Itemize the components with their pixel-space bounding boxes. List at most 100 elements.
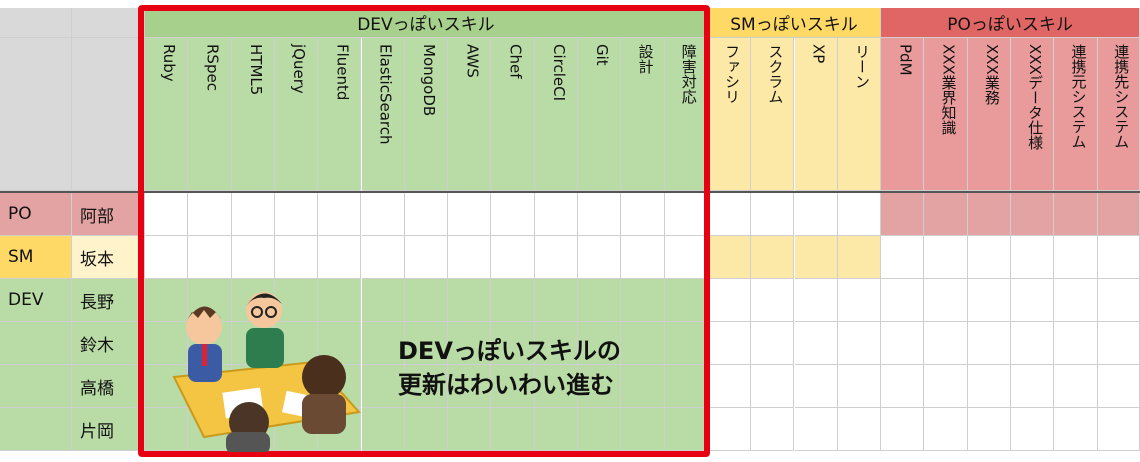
skill-cell[interactable] (1011, 279, 1055, 322)
skill-cell[interactable] (707, 236, 752, 279)
skill-cell[interactable] (361, 236, 405, 279)
skill-cell[interactable] (491, 193, 535, 236)
skill-cell[interactable] (1011, 193, 1055, 236)
skill-cell[interactable] (361, 279, 405, 322)
skill-cell[interactable] (404, 279, 449, 322)
skill-cell[interactable] (621, 408, 665, 451)
skill-cell[interactable] (707, 279, 752, 322)
skill-cell[interactable] (1097, 279, 1140, 322)
skill-cell[interactable] (967, 236, 1011, 279)
skill-cell[interactable] (404, 236, 449, 279)
skill-cell[interactable] (448, 279, 492, 322)
skill-cell[interactable] (794, 322, 838, 365)
skill-cell[interactable] (1097, 193, 1140, 236)
skill-cell[interactable] (1097, 236, 1140, 279)
skill-cell[interactable] (707, 365, 752, 408)
skill-cell[interactable] (881, 322, 925, 365)
skill-cell[interactable] (534, 193, 578, 236)
skill-cell[interactable] (491, 408, 535, 451)
skill-cell[interactable] (578, 279, 622, 322)
skill-cell[interactable] (967, 322, 1011, 365)
skill-cell[interactable] (1097, 365, 1140, 408)
skill-cell[interactable] (578, 193, 622, 236)
skill-cell[interactable] (794, 193, 838, 236)
skill-cell[interactable] (794, 279, 838, 322)
skill-cell[interactable] (231, 236, 275, 279)
skill-cell[interactable] (188, 193, 232, 236)
skill-cell[interactable] (274, 193, 319, 236)
skill-cell[interactable] (967, 279, 1011, 322)
skill-cell[interactable] (188, 236, 232, 279)
skill-cell[interactable] (924, 236, 968, 279)
skill-cell[interactable] (448, 193, 492, 236)
skill-cell[interactable] (1097, 408, 1140, 451)
skill-cell[interactable] (318, 193, 362, 236)
skill-cell[interactable] (1054, 322, 1098, 365)
skill-cell[interactable] (924, 193, 968, 236)
skill-cell[interactable] (751, 236, 795, 279)
skill-cell[interactable] (491, 279, 535, 322)
skill-cell[interactable] (837, 408, 882, 451)
skill-cell[interactable] (751, 322, 795, 365)
skill-cell[interactable] (707, 193, 752, 236)
skill-cell[interactable] (1054, 236, 1098, 279)
skill-cell[interactable] (881, 193, 925, 236)
skill-cell[interactable] (751, 365, 795, 408)
skill-cell[interactable] (274, 236, 319, 279)
skill-cell[interactable] (751, 279, 795, 322)
skill-cell[interactable] (1054, 193, 1098, 236)
skill-cell[interactable] (837, 236, 882, 279)
skill-cell[interactable] (837, 279, 882, 322)
skill-cell[interactable] (491, 236, 535, 279)
skill-cell[interactable] (664, 408, 708, 451)
skill-cell[interactable] (318, 236, 362, 279)
skill-cell[interactable] (794, 236, 838, 279)
skill-cell[interactable] (664, 236, 708, 279)
skill-cell[interactable] (534, 236, 578, 279)
skill-cell[interactable] (621, 279, 665, 322)
skill-cell[interactable] (837, 365, 882, 408)
skill-cell[interactable] (967, 408, 1011, 451)
skill-cell[interactable] (707, 408, 752, 451)
skill-cell[interactable] (881, 236, 925, 279)
skill-cell[interactable] (881, 365, 925, 408)
skill-cell[interactable] (751, 193, 795, 236)
skill-cell[interactable] (145, 193, 189, 236)
skill-cell[interactable] (578, 408, 622, 451)
skill-cell[interactable] (621, 365, 665, 408)
skill-cell[interactable] (924, 279, 968, 322)
skill-cell[interactable] (404, 408, 449, 451)
skill-cell[interactable] (837, 193, 882, 236)
skill-cell[interactable] (794, 365, 838, 408)
skill-cell[interactable] (794, 408, 838, 451)
skill-cell[interactable] (145, 236, 189, 279)
skill-cell[interactable] (751, 408, 795, 451)
skill-cell[interactable] (621, 236, 665, 279)
skill-cell[interactable] (1054, 279, 1098, 322)
skill-cell[interactable] (534, 408, 578, 451)
skill-cell[interactable] (1054, 365, 1098, 408)
skill-cell[interactable] (664, 279, 708, 322)
skill-cell[interactable] (881, 279, 925, 322)
skill-cell[interactable] (578, 236, 622, 279)
skill-cell[interactable] (924, 365, 968, 408)
skill-cell[interactable] (1011, 365, 1055, 408)
skill-cell[interactable] (361, 193, 405, 236)
skill-cell[interactable] (664, 365, 708, 408)
skill-cell[interactable] (924, 322, 968, 365)
skill-cell[interactable] (448, 408, 492, 451)
skill-cell[interactable] (967, 365, 1011, 408)
skill-cell[interactable] (1011, 236, 1055, 279)
skill-cell[interactable] (1054, 408, 1098, 451)
skill-cell[interactable] (361, 408, 405, 451)
skill-cell[interactable] (448, 236, 492, 279)
skill-cell[interactable] (1097, 322, 1140, 365)
skill-cell[interactable] (707, 322, 752, 365)
skill-cell[interactable] (881, 408, 925, 451)
skill-cell[interactable] (967, 193, 1011, 236)
skill-cell[interactable] (404, 193, 449, 236)
skill-cell[interactable] (1011, 408, 1055, 451)
skill-cell[interactable] (837, 322, 882, 365)
skill-cell[interactable] (924, 408, 968, 451)
skill-cell[interactable] (664, 193, 708, 236)
